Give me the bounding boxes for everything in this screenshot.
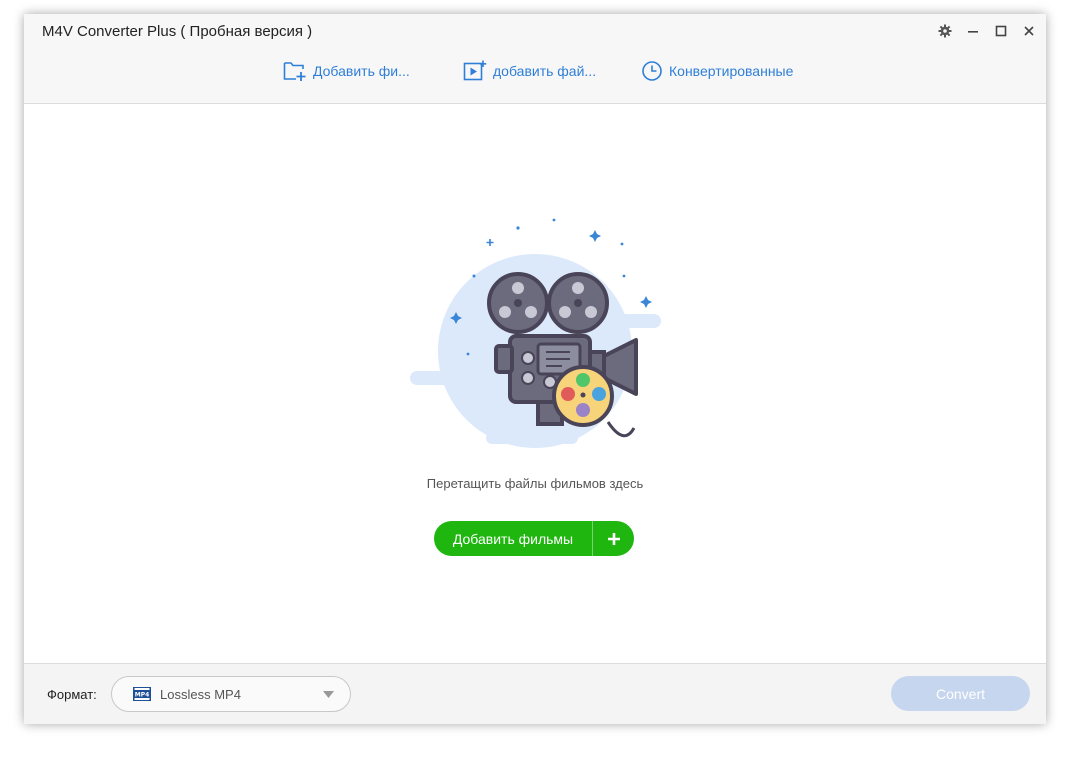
svg-text:MP4: MP4 [135,692,150,699]
add-file-label: добавить фай... [493,63,597,79]
chevron-down-icon [323,690,334,698]
video-add-icon [463,60,487,81]
window-controls [938,24,1036,38]
converted-label: Конвертированные [669,63,794,79]
format-label: Формат: [47,687,97,702]
drop-hint: Перетащить файлы фильмов здесь [426,476,644,491]
clock-icon [642,61,662,81]
movie-camera-icon [410,218,661,448]
mp4-file-icon: MP4 [133,687,151,701]
add-folder-label: Добавить фи... [313,63,410,79]
plus-icon[interactable] [593,532,634,546]
add-folder-button[interactable]: Добавить фи... [283,59,410,83]
format-value: Lossless MP4 [160,686,241,702]
app-title: M4V Converter Plus ( Пробная версия ) [42,23,313,40]
converted-button[interactable]: Конвертированные [641,59,793,83]
minimize-icon[interactable] [966,24,980,38]
footer-bar: Формат: MP4 Lossless MP4 Convert [24,663,1046,724]
add-file-button[interactable]: добавить фай... [463,59,596,83]
add-movies-label: Добавить фильмы [452,530,574,547]
format-dropdown[interactable]: MP4 Lossless MP4 [111,676,351,712]
maximize-icon[interactable] [994,24,1008,38]
app-window: M4V Converter Plus ( Пробная версия ) До… [24,14,1046,724]
close-icon[interactable] [1022,24,1036,38]
gear-icon[interactable] [938,24,952,38]
convert-button[interactable]: Convert [891,676,1030,711]
drop-area[interactable]: Перетащить файлы фильмов здесь Добавить … [24,104,1046,663]
folder-add-icon [283,62,306,81]
add-movies-button[interactable]: Добавить фильмы [434,521,634,556]
title-bar: M4V Converter Plus ( Пробная версия ) До… [24,14,1046,104]
